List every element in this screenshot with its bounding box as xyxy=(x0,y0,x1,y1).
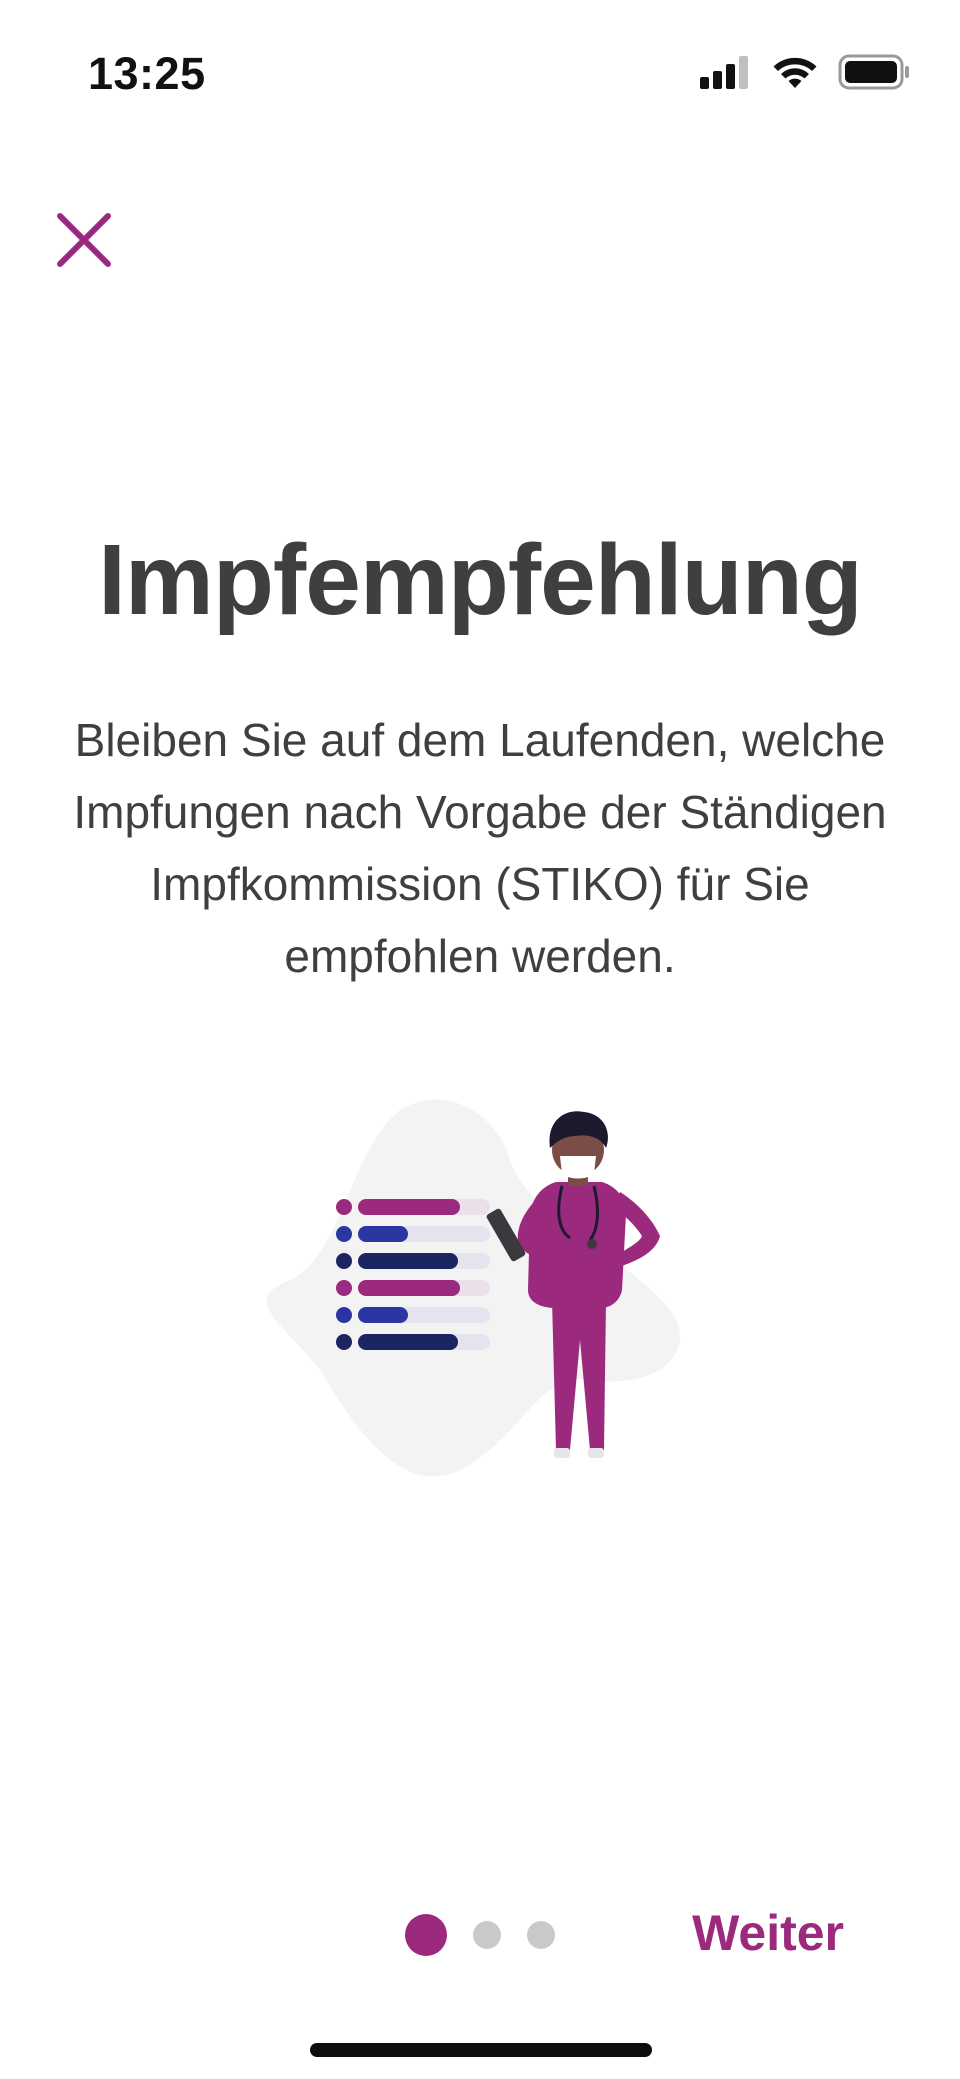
battery-icon xyxy=(838,54,909,90)
next-button[interactable]: Weiter xyxy=(692,1904,844,1962)
page-dot-3[interactable] xyxy=(527,1921,555,1949)
doctor-checklist-illustration xyxy=(260,1090,700,1490)
status-icons xyxy=(700,54,910,90)
home-indicator xyxy=(310,2043,652,2057)
page-dot-1[interactable] xyxy=(405,1914,447,1956)
close-icon xyxy=(57,213,111,267)
page-indicator xyxy=(405,1914,555,1956)
page-dot-2[interactable] xyxy=(473,1921,501,1949)
page-title: Impfempfehlung xyxy=(98,524,863,636)
status-bar: 13:25 xyxy=(0,0,960,150)
status-time: 13:25 xyxy=(88,48,206,99)
wifi-icon xyxy=(773,57,817,88)
signal-icon xyxy=(700,56,748,89)
close-button[interactable] xyxy=(52,208,116,272)
page-description: Bleiben Sie auf dem Laufenden, welche Im… xyxy=(73,714,887,982)
